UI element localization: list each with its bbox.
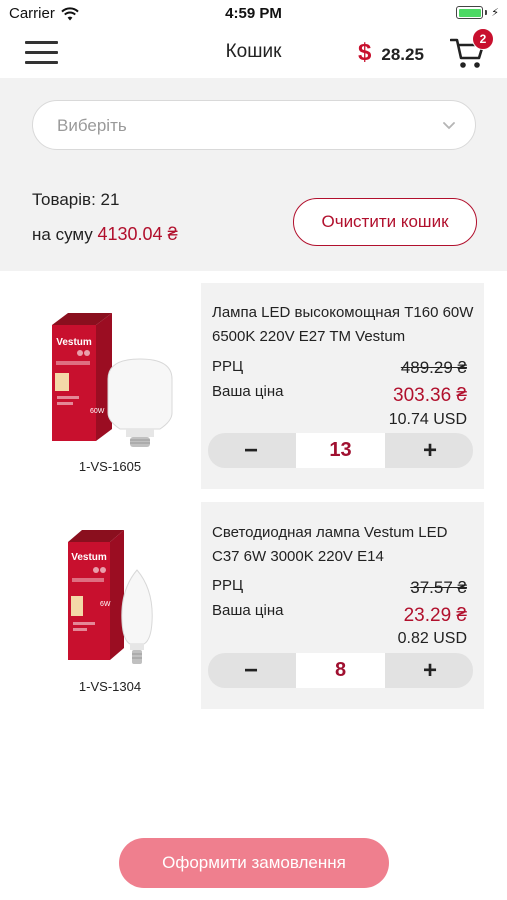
- rrc-label: РРЦ: [212, 358, 244, 375]
- your-price: 23.29 ₴: [403, 605, 467, 626]
- product-watt: 60W: [90, 408, 105, 415]
- client-select[interactable]: Виберіть: [32, 100, 476, 150]
- rrc-label: РРЦ: [212, 577, 244, 594]
- rrc-price: 37.57 ₴: [410, 578, 467, 597]
- total-sum: на суму 4130.04 ₴: [32, 224, 178, 245]
- product-sku: 1-VS-1304: [78, 679, 142, 694]
- battery-icon: ⚡: [456, 6, 499, 19]
- usd-price: 0.82 USD: [397, 630, 467, 647]
- increase-button[interactable]: +: [387, 653, 473, 688]
- product-sku: 1-VS-1605: [78, 459, 142, 474]
- product-watt: 6W: [100, 601, 111, 608]
- quantity-value[interactable]: 8: [296, 653, 385, 688]
- product-brand: Vestum: [56, 337, 92, 348]
- clock: 4:59 PM: [225, 5, 282, 22]
- product-image: Vestum 60W: [52, 313, 173, 447]
- charging-icon: ⚡: [491, 7, 499, 19]
- your-price: 303.36 ₴: [393, 385, 467, 406]
- product-panel: Лампа LED высокомощная T160 60W 6500K 22…: [201, 283, 484, 489]
- select-placeholder: Виберіть: [57, 116, 127, 135]
- quantity-value[interactable]: 13: [296, 433, 385, 468]
- your-price-label: Ваша ціна: [212, 383, 284, 400]
- product-panel: Светодиодная лампа Vestum LED C37 6W 300…: [201, 502, 484, 709]
- product-name: Лампа LED высокомощная T160 60W 6500K 22…: [212, 304, 474, 345]
- rrc-price: 489.29 ₴: [400, 358, 467, 377]
- product-brand: Vestum: [71, 552, 107, 563]
- nav-bar: Кошик $ 28.25 2: [0, 28, 507, 78]
- quantity-stepper: − 13 +: [208, 433, 473, 468]
- chevron-down-icon: [443, 122, 455, 130]
- balance: $ 28.25: [358, 39, 424, 67]
- decrease-button[interactable]: −: [208, 653, 294, 688]
- decrease-button[interactable]: −: [208, 433, 294, 468]
- quantity-stepper: − 8 +: [208, 653, 473, 688]
- clear-cart-button[interactable]: Очистити кошик: [293, 198, 477, 246]
- your-price-label: Ваша ціна: [212, 602, 284, 619]
- cart-count-badge: 2: [472, 28, 494, 50]
- status-bar: Carrier 4:59 PM ⚡: [0, 0, 507, 28]
- page-title: Кошик: [225, 41, 282, 62]
- usd-price: 10.74 USD: [388, 411, 467, 428]
- product-name: Светодиодная лампа Vestum LED C37 6W 300…: [212, 524, 448, 565]
- cart-screen: Carrier 4:59 PM ⚡ Кошик $ 28.25 2 Вибері…: [0, 0, 507, 900]
- balance-value: 28.25: [381, 45, 424, 64]
- place-order-button[interactable]: Оформити замовлення: [119, 838, 389, 888]
- increase-button[interactable]: +: [387, 433, 473, 468]
- dollar-icon: $: [358, 39, 372, 66]
- sum-value: 4130.04 ₴: [97, 224, 178, 244]
- sum-label: на суму: [32, 225, 93, 244]
- cart-summary: Виберіть Товарів: 21 на суму 4130.04 ₴ О…: [0, 78, 507, 271]
- product-image: Vestum 6W: [68, 530, 153, 664]
- items-count: Товарів: 21: [32, 190, 120, 209]
